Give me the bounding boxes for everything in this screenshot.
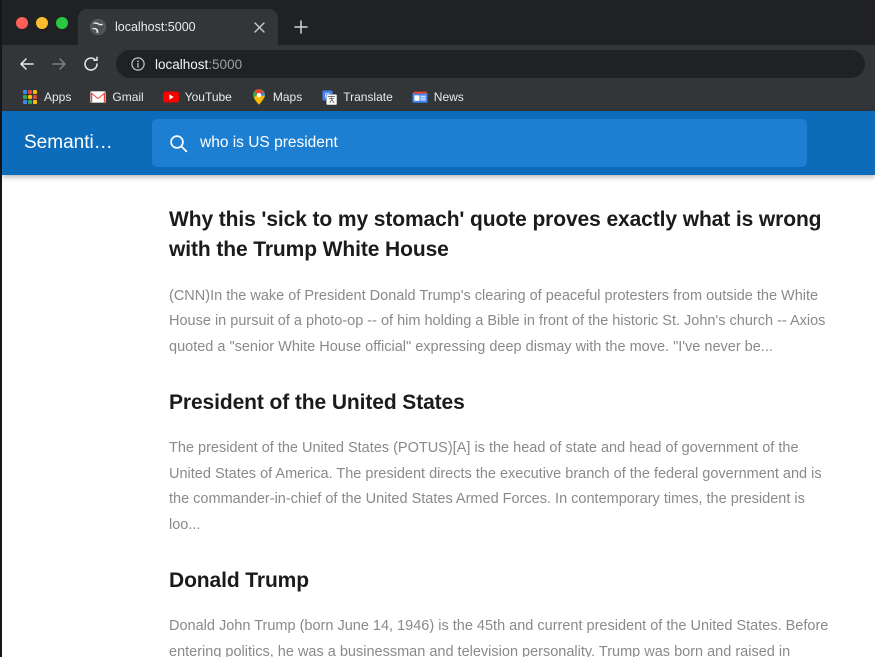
bookmark-youtube[interactable]: YouTube <box>156 86 239 108</box>
results-area: Why this 'sick to my stomach' quote prov… <box>2 175 875 657</box>
window-controls <box>10 0 78 45</box>
browser-toolbar: localhost:5000 <box>2 45 875 83</box>
info-circle-icon[interactable] <box>130 57 145 72</box>
globe-icon <box>90 19 106 35</box>
address-bar[interactable]: localhost:5000 <box>116 50 865 78</box>
gmail-icon <box>90 89 107 105</box>
bookmark-news[interactable]: News <box>405 86 471 108</box>
result-snippet: Donald John Trump (born June 14, 1946) i… <box>169 618 829 657</box>
minimize-window-button[interactable] <box>36 16 48 29</box>
bookmark-label: Gmail <box>112 90 144 104</box>
forward-arrow-icon[interactable] <box>46 51 72 77</box>
bookmark-gmail[interactable]: Gmail <box>83 86 150 108</box>
result-snippet: The president of the United States (POTU… <box>169 440 822 533</box>
apps-grid-icon <box>22 89 38 105</box>
result-snippet: (CNN)In the wake of President Donald Tru… <box>169 287 826 355</box>
result-item[interactable]: Why this 'sick to my stomach' quote prov… <box>169 205 835 360</box>
new-tab-button[interactable] <box>286 12 316 42</box>
bookmark-translate[interactable]: G Translate <box>314 86 400 108</box>
news-icon <box>412 89 428 105</box>
close-icon[interactable] <box>250 18 268 36</box>
close-window-button[interactable] <box>16 16 28 29</box>
result-title[interactable]: Donald Trump <box>169 566 834 596</box>
bookmark-label: Apps <box>44 90 72 104</box>
search-bar[interactable]: who is US president <box>152 119 807 167</box>
browser-tab[interactable]: localhost:5000 <box>78 9 278 45</box>
bookmarks-bar: Apps Gmail YouTube Maps Translate News <box>2 83 875 111</box>
browser-window: localhost:5000 localhost:5000 Apps Gmail… <box>0 0 875 657</box>
result-item[interactable]: Donald Trump Donald John Trump (born Jun… <box>169 566 835 657</box>
app-brand-title: Semanti… <box>24 132 113 153</box>
address-bar-host: localhost <box>155 56 209 72</box>
tab-title: localhost:5000 <box>115 20 196 34</box>
address-bar-url: localhost:5000 <box>155 57 242 72</box>
back-arrow-icon[interactable] <box>14 51 40 77</box>
search-icon <box>168 133 188 153</box>
browser-chrome: localhost:5000 localhost:5000 Apps Gmail… <box>2 0 875 111</box>
bookmark-maps[interactable]: Maps <box>244 86 309 108</box>
app-header: Semanti… who is US president <box>2 111 875 175</box>
bookmark-apps[interactable]: Apps <box>15 86 78 108</box>
result-item[interactable]: President of the United States The presi… <box>169 388 835 538</box>
translate-icon: G <box>321 89 337 105</box>
results-list: Why this 'sick to my stomach' quote prov… <box>2 175 875 657</box>
bookmark-label: Translate <box>343 90 393 104</box>
tab-strip: localhost:5000 <box>2 0 875 45</box>
reload-icon[interactable] <box>78 51 104 77</box>
maximize-window-button[interactable] <box>56 16 68 29</box>
bookmark-label: News <box>433 90 464 104</box>
result-title[interactable]: Why this 'sick to my stomach' quote prov… <box>169 205 835 266</box>
youtube-icon <box>162 89 179 105</box>
address-bar-port: :5000 <box>208 56 243 72</box>
bookmark-label: YouTube <box>184 90 232 104</box>
maps-pin-icon <box>251 89 267 105</box>
bookmark-label: Maps <box>272 90 303 104</box>
result-title[interactable]: President of the United States <box>169 388 834 418</box>
search-input[interactable]: who is US president <box>200 134 338 152</box>
